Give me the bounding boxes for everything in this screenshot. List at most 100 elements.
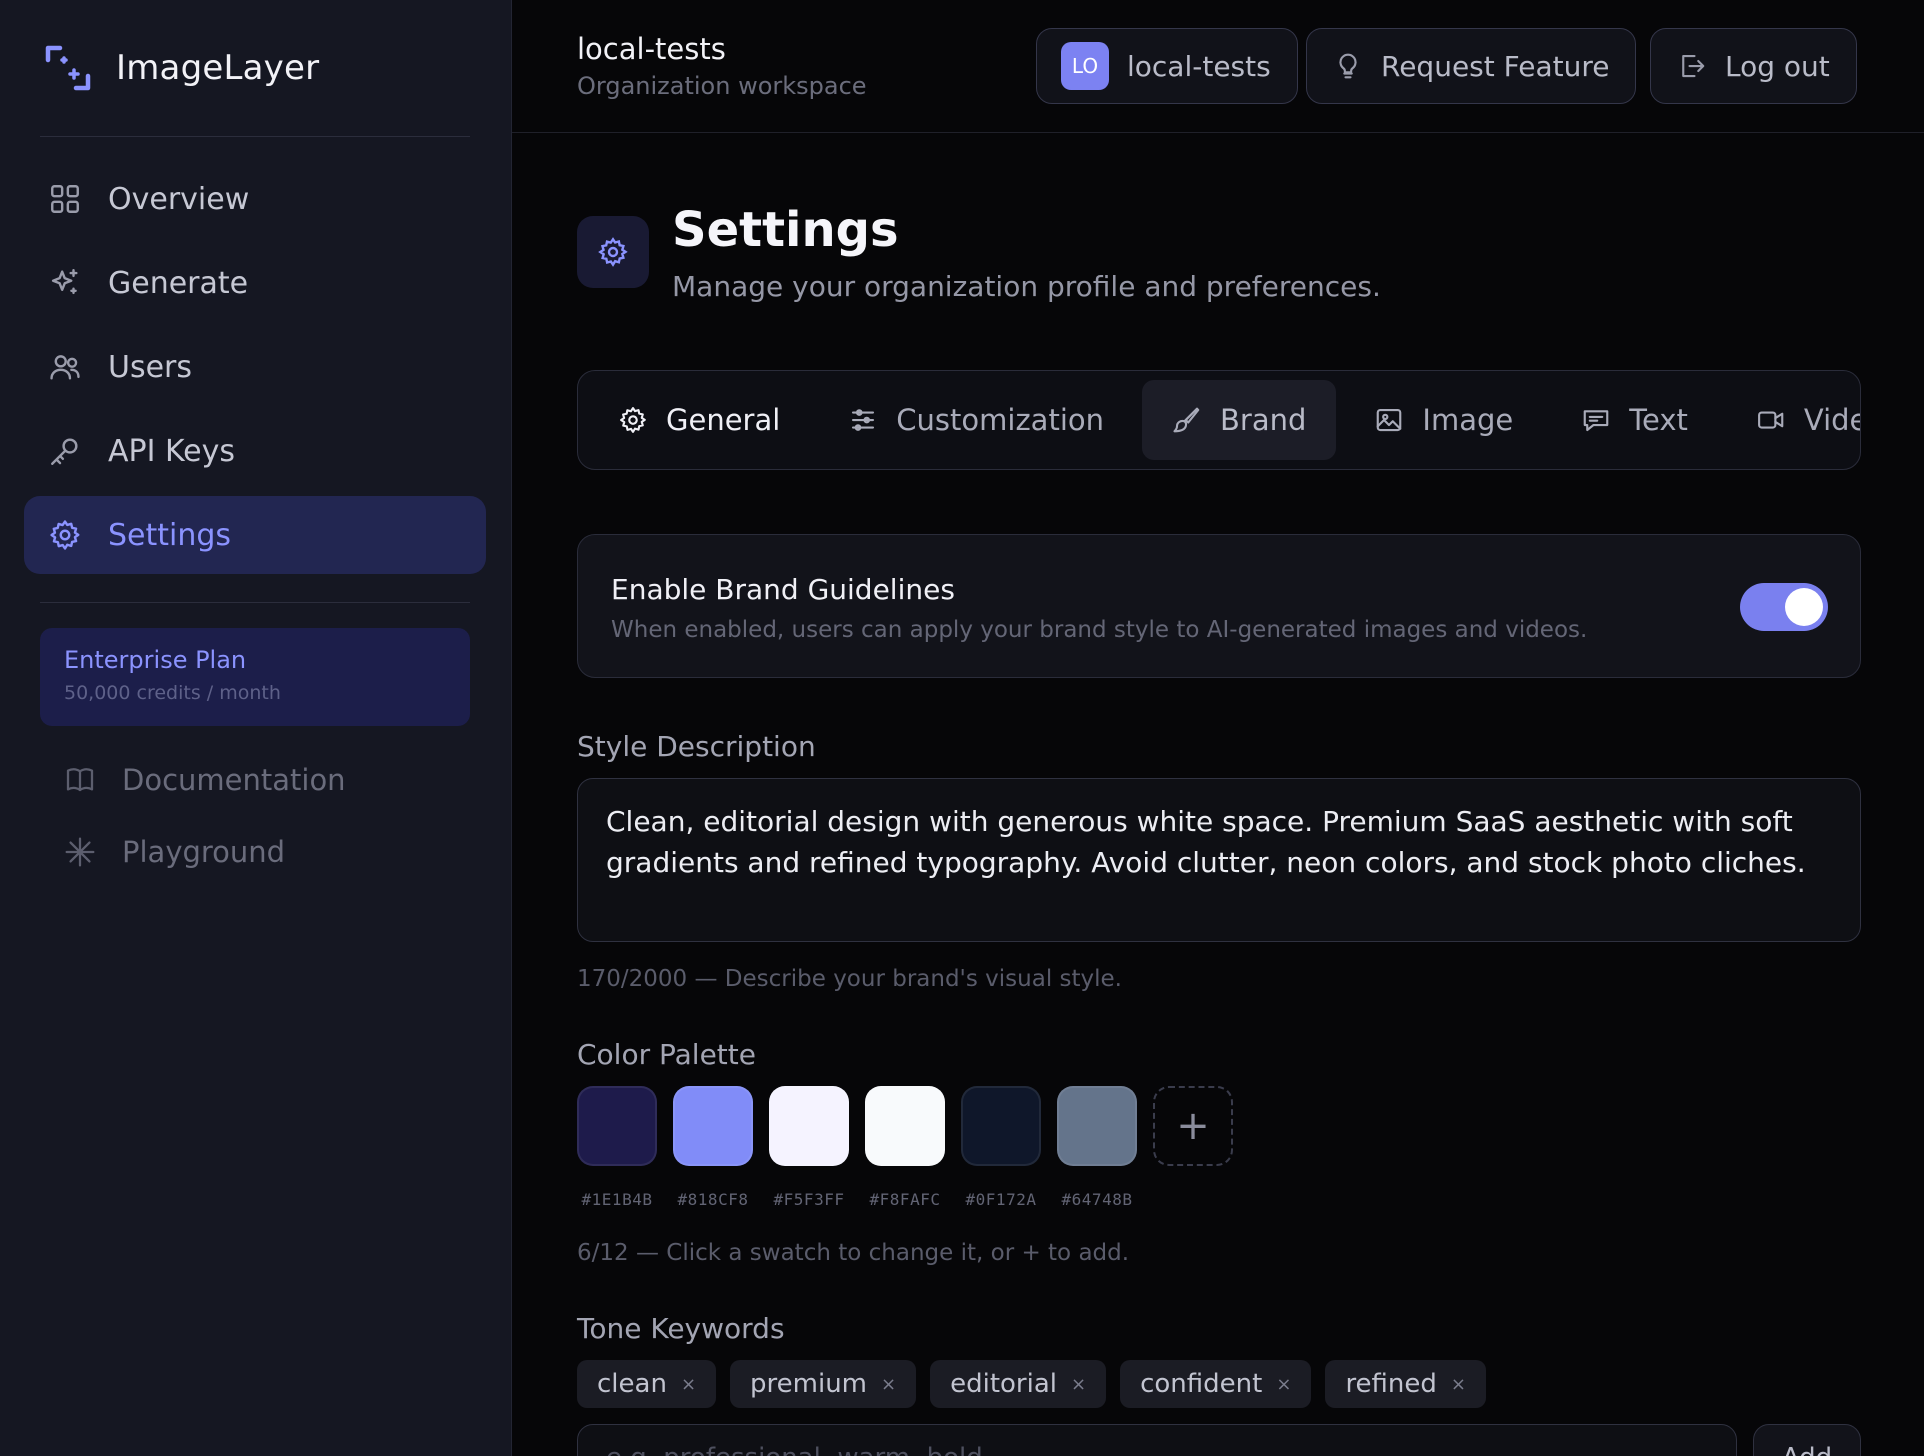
sidebar-divider	[40, 602, 470, 603]
style-description-hint: 170/2000 — Describe your brand's visual …	[577, 966, 1122, 992]
org-label: local-tests	[1127, 49, 1271, 83]
swatch-item: #818CF8	[673, 1086, 753, 1209]
sliders-icon	[852, 409, 875, 431]
tab-image[interactable]: Image	[1344, 380, 1543, 460]
tab-label: Customization	[896, 403, 1104, 437]
sidebar-links: Documentation Playground	[40, 744, 470, 888]
main-content: local-tests Organization workspace LO lo…	[512, 0, 1924, 1456]
tab-label: Image	[1422, 403, 1514, 437]
color-swatch[interactable]	[1057, 1086, 1137, 1166]
tab-general[interactable]: General	[588, 380, 810, 460]
swatch-item: #F8FAFC	[865, 1086, 945, 1209]
logout-label: Log out	[1725, 49, 1830, 83]
gear-icon	[598, 237, 628, 267]
topbar: local-tests Organization workspace LO lo…	[512, 0, 1924, 133]
tab-label: Brand	[1220, 403, 1307, 437]
logout-button[interactable]: Log out	[1650, 28, 1857, 104]
sidebar-link-documentation[interactable]: Documentation	[40, 744, 470, 816]
brand-guidelines-title: Enable Brand Guidelines	[611, 573, 955, 606]
keyword-text: editorial	[950, 1369, 1058, 1399]
swatch-item: #F5F3FF	[769, 1086, 849, 1209]
tab-label: Text	[1629, 403, 1688, 437]
swatch-item: #0F172A	[961, 1086, 1041, 1209]
tab-label: Video	[1803, 403, 1860, 437]
keyword-tag: premium ×	[730, 1360, 917, 1408]
keyword-tag: editorial ×	[930, 1360, 1107, 1408]
sidebar-link-label: Documentation	[122, 763, 346, 797]
close-icon[interactable]: ×	[1071, 1374, 1086, 1395]
sidebar-link-playground[interactable]: Playground	[40, 816, 470, 888]
keyword-tag: refined ×	[1325, 1360, 1487, 1408]
tone-keywords-label: Tone Keywords	[577, 1312, 785, 1345]
brand-name: ImageLayer	[116, 48, 320, 88]
sidebar-nav: Overview Generate Users API Keys Setting…	[24, 160, 486, 580]
app-root: ImageLayer Overview Generate Users API K…	[0, 0, 1924, 1456]
sidebar-item-users[interactable]: Users	[24, 328, 486, 406]
toggle-knob	[1785, 588, 1823, 626]
color-swatch[interactable]	[961, 1086, 1041, 1166]
sidebar-item-label: Generate	[108, 265, 249, 301]
plan-card[interactable]: Enterprise Plan 50,000 credits / month	[40, 628, 470, 726]
tab-brand[interactable]: Brand	[1142, 380, 1337, 460]
image-icon	[1377, 408, 1402, 432]
color-palette-label: Color Palette	[577, 1038, 756, 1071]
brush-icon	[1173, 407, 1200, 433]
sidebar-item-label: Settings	[108, 517, 232, 553]
org-switcher-button[interactable]: LO local-tests	[1036, 28, 1298, 104]
keyword-text: confident	[1140, 1369, 1263, 1399]
add-keyword-label: Add	[1782, 1443, 1832, 1456]
gear-icon	[620, 407, 646, 433]
sidebar-link-label: Playground	[122, 835, 286, 869]
workspace-subtitle: Organization workspace	[577, 72, 867, 100]
swatch-hex: #F8FAFC	[869, 1190, 941, 1209]
brand-guidelines-description: When enabled, users can apply your brand…	[611, 617, 1588, 643]
tab-video[interactable]: Video	[1726, 380, 1860, 460]
sidebar-item-overview[interactable]: Overview	[24, 160, 486, 238]
color-swatch[interactable]	[673, 1086, 753, 1166]
sidebar-item-label: API Keys	[108, 433, 236, 469]
brand-guidelines-toggle[interactable]	[1740, 583, 1828, 631]
request-feature-label: Request Feature	[1381, 49, 1610, 83]
add-keyword-button[interactable]: Add	[1753, 1424, 1861, 1456]
key-icon	[51, 438, 78, 465]
sidebar-item-settings[interactable]: Settings	[24, 496, 486, 574]
sidebar: ImageLayer Overview Generate Users API K…	[0, 0, 512, 1456]
tab-customization[interactable]: Customization	[818, 380, 1134, 460]
color-swatch[interactable]	[865, 1086, 945, 1166]
request-feature-button[interactable]: Request Feature	[1306, 28, 1637, 104]
color-swatch[interactable]	[577, 1086, 657, 1166]
tab-text[interactable]: Text	[1551, 380, 1718, 460]
swatch-item: #1E1B4B	[577, 1086, 657, 1209]
workspace-name: local-tests	[577, 32, 726, 66]
plan-title: Enterprise Plan	[64, 646, 247, 674]
color-swatch[interactable]	[769, 1086, 849, 1166]
sidebar-divider	[40, 136, 470, 137]
close-icon[interactable]: ×	[1276, 1374, 1291, 1395]
message-icon	[1583, 410, 1609, 432]
keyword-input[interactable]: e.g. professional, warm, bold	[577, 1424, 1737, 1456]
swatch-hex: #1E1B4B	[581, 1190, 653, 1209]
swatch-hex: #0F172A	[965, 1190, 1037, 1209]
sidebar-item-label: Overview	[108, 181, 250, 217]
settings-tabs: General Customization Brand Image Text V…	[577, 370, 1861, 470]
color-swatches: #1E1B4B #818CF8 #F5F3FF #F8FAFC #0F172A …	[577, 1086, 1233, 1209]
tab-label: General	[666, 403, 781, 437]
sidebar-item-api-keys[interactable]: API Keys	[24, 412, 486, 490]
close-icon[interactable]: ×	[681, 1374, 696, 1395]
close-icon[interactable]: ×	[1451, 1374, 1466, 1395]
page-title: Settings	[672, 202, 899, 258]
brand[interactable]: ImageLayer	[44, 44, 319, 92]
sidebar-item-generate[interactable]: Generate	[24, 244, 486, 322]
close-icon[interactable]: ×	[881, 1374, 896, 1395]
style-description-textarea[interactable]: Clean, editorial design with generous wh…	[577, 778, 1861, 942]
keyword-text: premium	[750, 1369, 868, 1399]
grid-icon	[51, 185, 79, 213]
add-color-button[interactable]: +	[1153, 1086, 1233, 1166]
plus-icon: +	[1176, 1103, 1210, 1149]
users-icon	[50, 355, 80, 380]
imagelayer-logo-icon	[45, 45, 91, 91]
org-avatar: LO	[1061, 42, 1109, 90]
swatch-hex: #F5F3FF	[773, 1190, 845, 1209]
lightbulb-icon	[1339, 53, 1357, 79]
keyword-text: refined	[1345, 1369, 1437, 1399]
